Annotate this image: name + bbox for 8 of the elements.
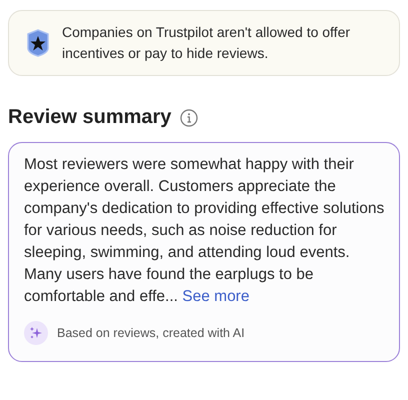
sparkle-icon <box>24 321 48 345</box>
summary-text: Most reviewers were somewhat happy with their experience overall. Customers appreciate the company's dedication to providing effective solutions for various needs, such as noise reduction for sleeping, swimming, and attending loud events. Many users have found the earplugs to be comfortable and effe... See more <box>24 155 385 307</box>
see-more-link[interactable]: See more <box>182 288 250 305</box>
ai-note: Based on reviews, created with AI <box>57 326 245 340</box>
info-icon[interactable] <box>180 108 198 126</box>
section-title: Review summary <box>8 106 172 129</box>
shield-star-icon <box>26 29 50 57</box>
notice-text: Companies on Trustpilot aren't allowed to offer incentives or pay to hide reviews. <box>62 23 352 63</box>
